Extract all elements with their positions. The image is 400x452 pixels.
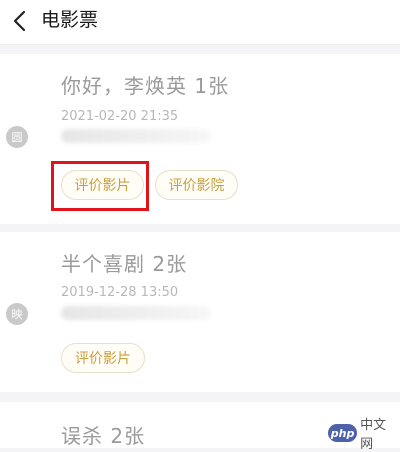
watermark-logo: php [328,424,358,442]
back-arrow-icon [13,10,26,32]
top-bar: 电影票 [0,0,400,45]
movie-title: 误杀 2张 [61,424,146,448]
back-button[interactable] [6,6,36,36]
movie-title: 半个喜剧 2张 [61,252,188,276]
movie-title: 你好，李焕英 1张 [61,74,230,98]
watermark-text: 中文网 [360,418,387,452]
order-card[interactable]: 映 半个喜剧 2张 2019-12-28 13:50 评价影片 [0,232,400,392]
blurred-info [61,306,211,320]
blurred-info [61,129,211,143]
watermark: php 中文网 [328,418,398,452]
rate-cinema-button[interactable]: 评价影院 [155,170,238,200]
status-icon: 圆 [6,126,28,148]
order-card[interactable]: 圆 你好，李焕英 1张 2021-02-20 21:35 评价影片 评价影院 [0,54,400,224]
rate-movie-button[interactable]: 评价影片 [61,343,145,373]
order-time: 2019-12-28 13:50 [61,285,179,300]
rate-movie-button[interactable]: 评价影片 [61,170,144,200]
status-icon: 映 [6,303,28,325]
page-title: 电影票 [41,9,99,31]
order-time: 2021-02-20 21:35 [61,109,179,124]
